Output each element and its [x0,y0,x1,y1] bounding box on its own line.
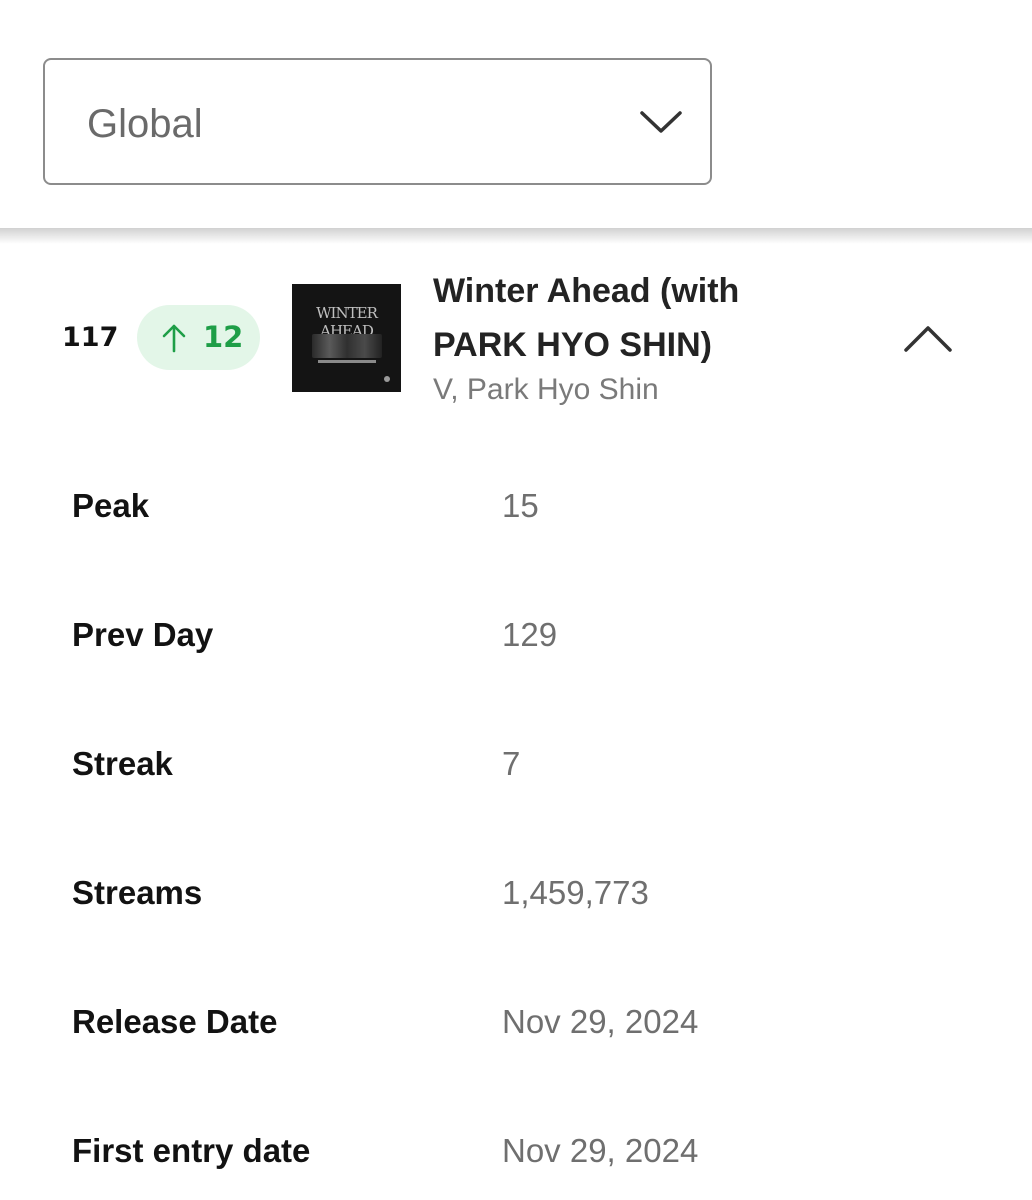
region-select-value: Global [87,102,203,146]
detail-row-peak: Peak 15 [0,443,1032,572]
chart-entry-page: Global 117 12 WINTER AHEAD Winter Ahead … [0,0,1032,1200]
rank-number: 117 [62,322,119,353]
detail-value: Nov 29, 2024 [502,1003,699,1040]
track-row[interactable]: 117 12 WINTER AHEAD Winter Ahead (with P… [0,244,1032,434]
detail-row-streams: Streams 1,459,773 [0,830,1032,959]
header-shadow [0,228,1032,244]
detail-label: Release Date [72,1003,278,1040]
track-title-line-2: PARK HYO SHIN) [433,326,712,364]
detail-row-prev-day: Prev Day 129 [0,572,1032,701]
album-cover-photo [312,334,382,358]
detail-label: First entry date [72,1132,311,1169]
album-cover-subline [318,360,376,363]
track-artists: V, Park Hyo Shin [433,373,659,406]
detail-row-streak: Streak 7 [0,701,1032,830]
album-cover: WINTER AHEAD [292,284,401,392]
track-title-line-1: Winter Ahead (with [433,272,740,310]
region-select[interactable]: Global [43,58,712,185]
rank-change-value: 12 [203,320,244,354]
header: Global [0,0,1032,232]
detail-value: Nov 29, 2024 [502,1132,699,1169]
detail-label: Streak [72,745,173,782]
chevron-down-icon [640,111,682,133]
arrow-up-icon [162,324,186,353]
chevron-up-icon[interactable] [900,318,956,358]
detail-value: 7 [502,745,521,782]
detail-label: Streams [72,874,203,911]
track-details: Peak 15 Prev Day 129 Streak 7 Streams 1,… [0,443,1032,1200]
track-title: Winter Ahead (with PARK HYO SHIN) [433,264,853,372]
rank-change-badge: 12 [137,305,260,370]
detail-value: 15 [502,487,539,524]
detail-label: Peak [72,487,150,524]
detail-value: 1,459,773 [502,874,649,911]
detail-label: Prev Day [72,616,214,653]
detail-row-first-entry-date: First entry date Nov 29, 2024 [0,1088,1032,1200]
detail-row-release-date: Release Date Nov 29, 2024 [0,959,1032,1088]
album-cover-logo [384,376,390,382]
detail-value: 129 [502,616,558,653]
